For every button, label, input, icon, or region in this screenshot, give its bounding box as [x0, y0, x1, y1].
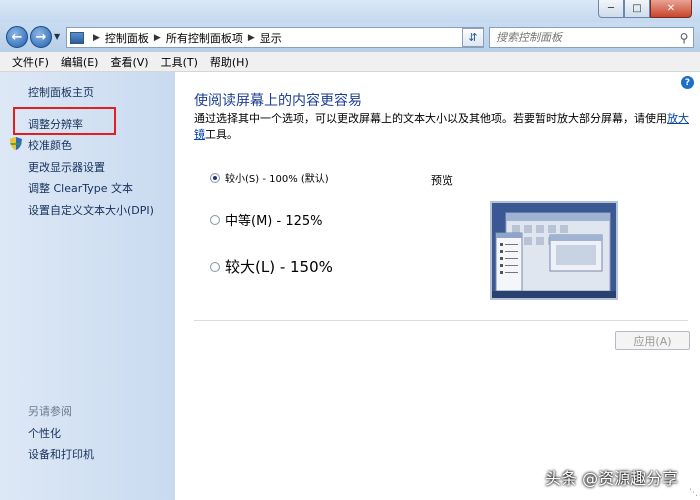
apply-button[interactable]: 应用(A) [615, 331, 690, 350]
radio-larger[interactable] [210, 261, 220, 272]
description-text: 通过选择其中一个选项，可以更改屏幕上的文本大小以及其他项。若要暂时放大部分屏幕，… [194, 112, 667, 125]
sidebar-link-devices-printers[interactable]: 设备和打印机 [28, 446, 94, 462]
option-medium-label: 中等(M) - 125% [225, 214, 323, 229]
option-medium[interactable]: 中等(M) - 125% [210, 210, 322, 229]
shield-icon [10, 137, 22, 150]
resize-grip-icon[interactable]: ⋱ [689, 488, 698, 498]
search-input[interactable] [490, 31, 675, 44]
page-description: 通过选择其中一个选项，可以更改屏幕上的文本大小以及其他项。若要暂时放大部分屏幕，… [194, 111, 694, 143]
radio-medium[interactable] [210, 214, 220, 225]
sidebar-link-calibrate-color[interactable]: 校准颜色 [28, 137, 72, 153]
help-icon[interactable]: ? [681, 76, 694, 89]
breadcrumb-chevron-icon[interactable]: ▶ [93, 33, 100, 43]
search-icon[interactable]: ⚲ [675, 31, 693, 45]
forward-arrow-icon[interactable]: → [30, 26, 52, 48]
option-smaller[interactable]: 较小(S) - 100% (默认) [210, 170, 329, 185]
option-larger[interactable]: 较大(L) - 150% [210, 256, 333, 277]
breadcrumb-chevron-icon[interactable]: ▶ [248, 33, 255, 43]
close-icon[interactable]: ✕ [650, 0, 692, 18]
menu-file[interactable]: 文件(F) [6, 54, 55, 70]
description-suffix: 工具。 [205, 128, 238, 141]
breadcrumb-all-items[interactable]: 所有控制面板项 [166, 30, 243, 46]
menu-view[interactable]: 查看(V) [104, 54, 154, 70]
sidebar-link-personalization[interactable]: 个性化 [28, 425, 61, 441]
divider [194, 320, 688, 321]
preview-screen-illustration [492, 203, 616, 298]
maximize-icon[interactable]: □ [624, 0, 650, 18]
menu-bar: 文件(F) 编辑(E) 查看(V) 工具(T) 帮助(H) [0, 52, 700, 72]
option-larger-label: 较大(L) - 150% [225, 258, 333, 276]
see-also-heading: 另请参阅 [28, 405, 72, 418]
sidebar: 控制面板主页 调整分辨率 校准颜色 更改显示器设置 调整 ClearType 文… [0, 72, 175, 500]
radio-smaller[interactable] [210, 172, 220, 183]
menu-tools[interactable]: 工具(T) [155, 54, 204, 70]
sidebar-link-custom-dpi[interactable]: 设置自定义文本大小(DPI) [28, 202, 154, 218]
window-controls: ─ □ ✕ [598, 0, 692, 18]
breadcrumb-display[interactable]: 显示 [260, 30, 282, 46]
search-box[interactable]: ⚲ [489, 27, 694, 48]
menu-edit[interactable]: 编辑(E) [55, 54, 105, 70]
sidebar-link-control-panel-home[interactable]: 控制面板主页 [28, 84, 94, 100]
option-smaller-label: 较小(S) - 100% (默认) [225, 174, 329, 185]
control-panel-icon [70, 31, 84, 44]
minimize-icon[interactable]: ─ [598, 0, 624, 18]
recent-pages-dropdown-icon[interactable]: ▼ [54, 32, 60, 41]
breadcrumb-control-panel[interactable]: 控制面板 [105, 30, 149, 46]
preview-label: 预览 [431, 174, 453, 187]
highlight-box [13, 107, 116, 135]
back-arrow-icon[interactable]: ← [6, 26, 28, 48]
menu-help[interactable]: 帮助(H) [204, 54, 255, 70]
title-bar: ─ □ ✕ [0, 0, 700, 22]
page-title: 使阅读屏幕上的内容更容易 [194, 93, 362, 109]
sidebar-link-change-display-settings[interactable]: 更改显示器设置 [28, 159, 105, 175]
refresh-icon[interactable]: ⇵ [462, 28, 484, 47]
address-bar[interactable]: ▶ 控制面板 ▶ 所有控制面板项 ▶ 显示 ▼ [66, 27, 484, 48]
main-content: ? 使阅读屏幕上的内容更容易 通过选择其中一个选项，可以更改屏幕上的文本大小以及… [175, 72, 700, 500]
sidebar-link-adjust-cleartype[interactable]: 调整 ClearType 文本 [28, 180, 133, 196]
preview-image [490, 201, 618, 300]
breadcrumb-chevron-icon[interactable]: ▶ [154, 33, 161, 43]
watermark: 头条 @资源趣分享 [545, 469, 679, 488]
navigation-bar: ← → ▼ ▶ 控制面板 ▶ 所有控制面板项 ▶ 显示 ▼ ⇵ ⚲ [0, 22, 700, 52]
